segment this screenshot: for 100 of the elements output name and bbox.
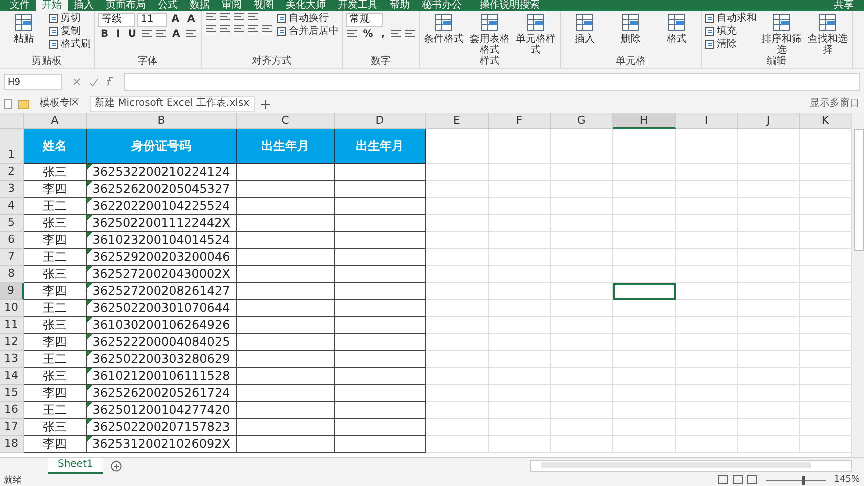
column-header[interactable]: J: [738, 113, 800, 129]
lines-icon[interactable]: [247, 25, 260, 35]
ribbon-button[interactable]: 格式刷: [49, 39, 91, 50]
menu-tab[interactable]: 插入: [68, 0, 100, 11]
lines-icon[interactable]: [141, 30, 154, 40]
menu-tab[interactable]: 视图: [248, 0, 280, 11]
lines-icon[interactable]: [247, 13, 260, 23]
tell-me-search[interactable]: 操作说明搜索: [480, 0, 540, 11]
ribbon-button[interactable]: 复制: [49, 26, 81, 37]
file-folder-icon[interactable]: [4, 99, 30, 109]
row-header[interactable]: 4: [0, 198, 24, 215]
ribbon-button[interactable]: 清除: [705, 39, 738, 50]
menu-tab[interactable]: 帮助: [384, 0, 416, 11]
row-header[interactable]: 17: [0, 419, 24, 436]
sheet-tab[interactable]: Sheet1: [48, 458, 104, 474]
row-header[interactable]: 15: [0, 385, 24, 402]
ribbon-button[interactable]: 自动换行: [277, 13, 330, 24]
lines-icon[interactable]: [261, 25, 274, 35]
lines-icon[interactable]: [390, 30, 402, 40]
table-cell: 362526200205261724: [87, 385, 237, 402]
format-button[interactable]: B: [98, 29, 112, 41]
column-header[interactable]: B: [87, 113, 237, 129]
ribbon-button[interactable]: 格式: [656, 13, 698, 45]
row-header[interactable]: 18: [0, 436, 24, 453]
format-button[interactable]: I: [114, 29, 124, 41]
menu-tab[interactable]: 秘书办公: [416, 0, 468, 11]
row-header[interactable]: 7: [0, 249, 24, 266]
ribbon-button[interactable]: 自动求和: [705, 13, 758, 24]
row-header[interactable]: 1: [0, 129, 24, 164]
formula-field[interactable]: [124, 73, 860, 91]
column-header[interactable]: H: [613, 113, 676, 129]
format-button[interactable]: A: [169, 29, 184, 41]
lines-icon[interactable]: [185, 30, 198, 40]
ribbon-button[interactable]: 粘贴: [3, 13, 45, 45]
column-header[interactable]: G: [551, 113, 613, 129]
row-header[interactable]: 14: [0, 368, 24, 385]
ribbon-button[interactable]: 单元格样式: [515, 13, 558, 56]
lines-icon[interactable]: [205, 13, 218, 23]
add-sheet-icon[interactable]: [111, 460, 122, 472]
ribbon-button[interactable]: 排序和筛选: [761, 13, 804, 56]
ribbon-button[interactable]: 条件格式: [423, 13, 466, 45]
ribbon-dropdown[interactable]: 常规: [346, 13, 384, 27]
empty-cell: [738, 215, 800, 232]
lines-icon[interactable]: [346, 30, 358, 40]
ribbon-button[interactable]: 填充: [705, 26, 738, 37]
view-mode-icon[interactable]: [718, 475, 758, 485]
file-tab[interactable]: 模板专区: [36, 97, 84, 111]
lines-icon[interactable]: [233, 25, 246, 35]
column-header[interactable]: A: [24, 113, 87, 129]
ribbon-dropdown[interactable]: 等线: [98, 13, 135, 27]
lines-icon[interactable]: [219, 13, 232, 23]
row-header[interactable]: 16: [0, 402, 24, 419]
menu-tab[interactable]: 开发工具: [332, 0, 384, 11]
format-button[interactable]: A: [168, 14, 182, 26]
ribbon-button[interactable]: 查找和选择: [807, 13, 850, 56]
lines-icon[interactable]: [155, 30, 168, 40]
lines-icon[interactable]: [219, 25, 232, 35]
lines-icon[interactable]: [404, 30, 416, 40]
selected-cell[interactable]: [613, 283, 676, 300]
format-button[interactable]: ,: [378, 29, 388, 41]
format-button[interactable]: A: [184, 14, 198, 26]
column-header[interactable]: K: [800, 113, 852, 129]
row-header[interactable]: 9: [0, 283, 24, 300]
row-header[interactable]: 13: [0, 351, 24, 368]
lines-icon[interactable]: [233, 13, 246, 23]
row-header[interactable]: 6: [0, 232, 24, 249]
name-box[interactable]: H9: [4, 74, 62, 90]
column-header[interactable]: C: [237, 113, 335, 129]
horizontal-scrollbar[interactable]: [530, 460, 852, 472]
column-header[interactable]: E: [426, 113, 489, 129]
column-header[interactable]: I: [676, 113, 738, 129]
row-header[interactable]: 10: [0, 300, 24, 317]
ribbon-button[interactable]: 删除: [610, 13, 652, 45]
ribbon-dropdown[interactable]: 11: [137, 13, 167, 27]
menu-tab[interactable]: 数据: [184, 0, 216, 11]
zoom-slider-thumb[interactable]: [802, 476, 806, 484]
ribbon-button[interactable]: 合并后居中: [277, 26, 340, 37]
menu-tab[interactable]: 开始: [36, 0, 68, 11]
lines-icon[interactable]: [205, 25, 218, 35]
menu-tab[interactable]: 页面布局: [100, 0, 152, 11]
row-header[interactable]: 12: [0, 334, 24, 351]
row-header[interactable]: 2: [0, 164, 24, 181]
table-cell: 362502200207157823: [87, 419, 237, 436]
column-header[interactable]: F: [489, 113, 551, 129]
row-header[interactable]: 11: [0, 317, 24, 334]
zoom-level[interactable]: 145%: [834, 475, 860, 485]
row-header[interactable]: 8: [0, 266, 24, 283]
file-tab[interactable]: 新建 Microsoft Excel 工作表.xlsx: [90, 96, 255, 112]
menu-tab[interactable]: 公式: [152, 0, 184, 11]
multi-window-button[interactable]: 显示多窗口: [810, 98, 860, 110]
format-button[interactable]: U: [125, 29, 140, 41]
format-button[interactable]: %: [360, 29, 376, 41]
table-icon: [667, 13, 688, 33]
row-header[interactable]: 5: [0, 215, 24, 232]
column-header[interactable]: D: [335, 113, 426, 129]
ribbon-button[interactable]: 剪切: [49, 13, 81, 24]
ribbon-button[interactable]: 插入: [564, 13, 606, 45]
ribbon-button[interactable]: 套用表格格式: [469, 13, 512, 56]
vertical-scrollbar[interactable]: [851, 113, 864, 457]
row-header[interactable]: 3: [0, 181, 24, 198]
